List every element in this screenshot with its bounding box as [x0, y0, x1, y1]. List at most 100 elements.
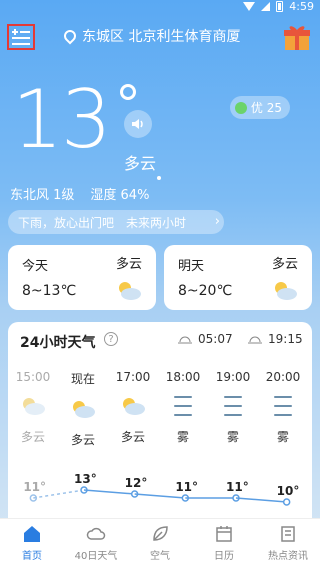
- tab-air[interactable]: 空气: [130, 524, 190, 562]
- list-add-icon: [12, 29, 30, 45]
- speaker-icon: [132, 119, 143, 129]
- day-condition: 多云: [271, 257, 298, 272]
- location[interactable]: 东城区 北京利生体育商厦: [61, 26, 241, 46]
- partly-cloudy-icon: [275, 282, 297, 300]
- tip-text-1: 下雨，放心出门吧: [18, 215, 115, 230]
- calendar-icon: [216, 525, 232, 542]
- chevron-right-icon: ›: [214, 214, 220, 229]
- hour-condition: 多云: [120, 430, 145, 444]
- sunrise: 05:07: [178, 332, 233, 346]
- hour-condition: 多云: [70, 433, 95, 447]
- fog-icon: [174, 396, 192, 416]
- temp-label: 11°: [175, 480, 199, 494]
- location-label: 东城区 北京利生体育商厦: [82, 29, 241, 45]
- hour-column: 17:00 多云: [108, 370, 158, 448]
- tab-label: 40日天气: [74, 550, 118, 562]
- aqi-badge[interactable]: 优 25: [229, 96, 290, 119]
- cloud-icon: [86, 527, 106, 540]
- temp-curve-segment: [134, 493, 186, 499]
- temp-point: [282, 498, 291, 506]
- day-temp-range: 8~20℃: [178, 283, 233, 299]
- sunrise-icon: [178, 336, 192, 344]
- hour-time: 19:00: [215, 370, 251, 384]
- today-card[interactable]: 今天 多云 8~13℃: [8, 245, 156, 310]
- temp-curve-line: [29, 486, 291, 506]
- tab-label: 首页: [22, 550, 42, 562]
- leaf-outline-icon: [153, 525, 168, 541]
- battery-icon: [276, 1, 284, 12]
- tip-text-2: 未来两小时: [126, 215, 187, 230]
- hourly-list: 15:00 多云 现在 多云 17:00 多云 18:00 雾 19:00 雾 20:00 雾: [8, 370, 312, 448]
- sunrise-time: 05:07: [198, 332, 233, 346]
- day-temp-range: 8~13℃: [22, 283, 77, 299]
- hour-condition: 雾: [176, 430, 189, 444]
- current-temperature: 13: [12, 73, 112, 166]
- status-bar: 4:59: [0, 0, 320, 14]
- temp-label: 11°: [226, 480, 249, 494]
- partly-cloudy-icon: [23, 398, 45, 415]
- tab-label: 空气: [150, 550, 170, 562]
- wifi-icon: [243, 2, 256, 11]
- signal-icon: [261, 2, 271, 11]
- tab-calendar[interactable]: 日历: [194, 524, 254, 562]
- aqi-label: 优 25: [250, 101, 282, 115]
- hour-time: 15:00: [15, 370, 51, 384]
- hour-time: 现在: [70, 372, 95, 386]
- temp-label: 13°: [74, 472, 97, 486]
- partly-cloudy-icon: [73, 401, 95, 418]
- hour-time: 17:00: [115, 370, 151, 384]
- day-condition: 多云: [115, 257, 142, 272]
- leaf-icon: [234, 101, 247, 114]
- partly-cloudy-icon: [119, 282, 141, 300]
- hour-column: 19:00 雾: [208, 370, 258, 448]
- hour-condition: 雾: [276, 430, 289, 444]
- city-manage-button[interactable]: [7, 24, 35, 50]
- temp-curve-segment: [235, 497, 287, 503]
- humidity-label: 湿度 64%: [90, 188, 150, 203]
- tomorrow-card[interactable]: 明天 多云 8~20℃: [164, 245, 312, 310]
- day-label: 今天: [22, 259, 49, 274]
- temp-label: 12°: [124, 476, 148, 490]
- hour-condition: 多云: [20, 430, 45, 444]
- temp-label: 10°: [276, 484, 300, 498]
- temp-curve-segment: [83, 489, 135, 495]
- temp-label: 11°: [23, 480, 47, 494]
- partly-cloudy-icon: [123, 398, 145, 415]
- hourly-temp-curve: 11° 13° 12° 11° 11° 10°: [8, 472, 312, 522]
- bottom-tab-bar: 首页 40日天气 空气 日历 热点资讯: [0, 518, 320, 566]
- hour-time: 18:00: [165, 370, 201, 384]
- sunset: 19:15: [248, 332, 303, 346]
- sunset-icon: [248, 336, 262, 344]
- help-icon[interactable]: ?: [104, 332, 118, 346]
- hour-condition: 雾: [226, 430, 239, 444]
- tab-news[interactable]: 热点资讯: [258, 524, 318, 562]
- weather-tip-banner[interactable]: 下雨，放心出门吧 未来两小时 ›: [8, 210, 224, 234]
- tab-40day[interactable]: 40日天气: [66, 524, 126, 562]
- location-pin-icon: [61, 27, 79, 45]
- voice-broadcast-button[interactable]: [124, 110, 152, 138]
- hour-column: 15:00 多云: [8, 370, 58, 448]
- hour-column: 18:00 雾: [158, 370, 208, 448]
- current-condition: 多云: [124, 154, 157, 173]
- fog-icon: [224, 396, 242, 416]
- page-indicator: [157, 176, 161, 180]
- news-icon: [281, 525, 295, 542]
- home-icon: [24, 525, 40, 542]
- sunset-time: 19:15: [268, 332, 303, 346]
- hour-column: 现在 多云: [58, 370, 108, 448]
- gift-icon[interactable]: [282, 22, 312, 52]
- panel-title: 24小时天气: [20, 335, 96, 351]
- hourly-forecast-panel[interactable]: 24小时天气 ? 05:07 19:15 15:00 多云 现在 多云 17:00 多云 1…: [8, 322, 312, 532]
- day-label: 明天: [178, 259, 205, 274]
- degree-symbol: [120, 84, 136, 100]
- tab-label: 日历: [214, 550, 234, 562]
- wind-label: 东北风 1级: [10, 188, 75, 203]
- clock: 4:59: [289, 0, 314, 13]
- top-bar: 东城区 北京利生体育商厦: [0, 22, 320, 52]
- hour-time: 20:00: [265, 370, 301, 384]
- tab-home[interactable]: 首页: [2, 524, 62, 562]
- tab-label: 热点资讯: [268, 550, 308, 562]
- fog-icon: [274, 396, 292, 416]
- wind-humidity: 东北风 1级 湿度 64%: [10, 184, 149, 203]
- hour-column: 20:00 雾: [258, 370, 308, 448]
